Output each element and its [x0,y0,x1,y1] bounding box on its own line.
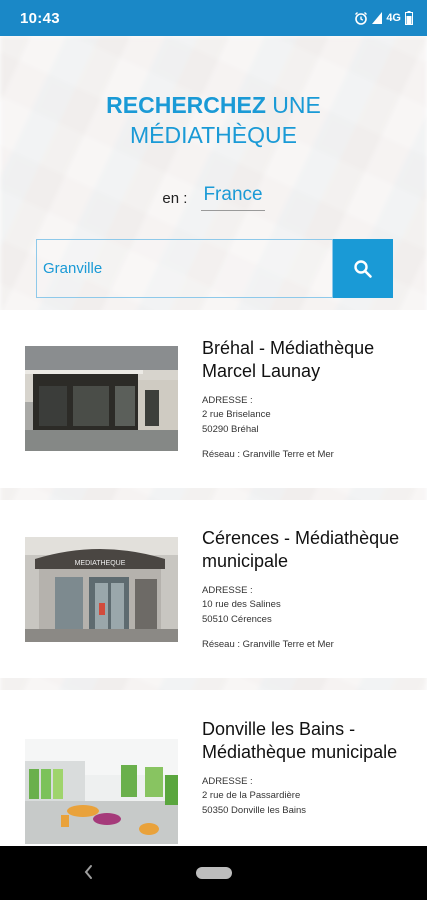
library-photo [25,739,178,844]
address-city: 50510 Cérences [202,614,272,625]
network-type: 4G [386,12,401,24]
address-city: 50290 Bréhal [202,424,259,435]
search-header: RECHERCHEZ UNE MÉDIATHÈQUE en : France [0,36,427,310]
address-street: 2 rue Briselance [202,409,271,420]
country-row: en : France [0,184,427,211]
search-icon [354,259,372,278]
address-city: 50350 Donville les Bains [202,805,307,816]
search-input[interactable] [36,239,333,298]
address-label: ADRESSE : [202,395,253,406]
result-card[interactable]: MEDIATHEQUE Cérences - Médiathèque munic… [0,500,427,678]
back-icon[interactable] [82,863,94,881]
library-photo [25,346,178,451]
alarm-icon [355,12,368,25]
result-title: Bréhal - Médiathèque Marcel Launay [202,338,375,381]
result-card[interactable]: Donville les Bains - Médiathèque municip… [0,690,427,846]
result-info: Donville les Bains - Médiathèque municip… [202,718,419,818]
result-info: Cérences - Médiathèque municipale ADRESS… [202,527,419,650]
address-label: ADRESSE : [202,585,253,596]
home-pill[interactable] [196,867,232,879]
address-street: 2 rue de la Passardière [202,790,301,801]
result-title: Cérences - Médiathèque municipale [202,528,400,571]
result-title: Donville les Bains - Médiathèque municip… [202,719,398,762]
library-photo: MEDIATHEQUE [25,537,178,642]
battery-icon [405,11,413,25]
country-select[interactable]: France [201,184,265,211]
signal-icon [372,12,383,24]
result-info: Bréhal - Médiathèque Marcel Launay ADRES… [202,337,419,460]
title-line2: MÉDIATHÈQUE [130,122,297,148]
navigation-bar [0,846,427,900]
address-street: 10 rue des Salines [202,599,281,610]
network-label: Réseau : Granville Terre et Mer [202,449,334,460]
title-rest: UNE [265,92,321,118]
country-prefix: en : [162,190,188,207]
title-strong: RECHERCHEZ [106,92,266,118]
address-label: ADRESSE : [202,776,253,787]
building-sign: MEDIATHEQUE [75,560,126,567]
status-icons: 4G [354,11,413,25]
network-label: Réseau : Granville Terre et Mer [202,639,334,650]
status-time: 10:43 [20,9,60,27]
status-bar: 10:43 4G [0,0,427,36]
page-title: RECHERCHEZ UNE MÉDIATHÈQUE [0,90,427,150]
search-box [36,239,393,298]
result-card[interactable]: Bréhal - Médiathèque Marcel Launay ADRES… [0,310,427,488]
search-button[interactable] [333,239,393,298]
